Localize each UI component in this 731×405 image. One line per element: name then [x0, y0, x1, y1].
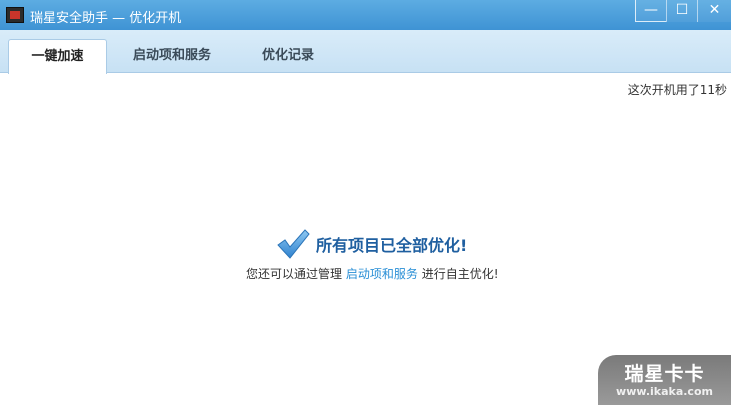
hint-prefix: 您还可以通过管理 — [246, 267, 343, 281]
minimize-button[interactable]: — — [635, 0, 666, 22]
window-title: 瑞星安全助手 — 优化开机 — [30, 11, 182, 26]
checkmark-icon — [277, 229, 310, 259]
tab-startup-items-services[interactable]: 启动项和服务 — [120, 39, 224, 72]
optimization-complete-headline: 所有项目已全部优化! — [316, 236, 468, 255]
title-bar: 瑞星安全助手 — 优化开机 — ☐ ✕ — [0, 0, 731, 30]
tab-bar: 一键加速 启动项和服务 优化记录 — [0, 30, 731, 74]
tab-optimization-history[interactable]: 优化记录 — [248, 39, 328, 72]
boot-time-text: 这次开机用了11秒 — [627, 83, 727, 97]
window-controls: — ☐ ✕ — [635, 0, 731, 22]
maximize-button[interactable]: ☐ — [666, 0, 697, 22]
close-button[interactable]: ✕ — [697, 0, 731, 22]
ikaka-watermark: 瑞星卡卡 www.ikaka.com — [598, 355, 731, 405]
watermark-brand: 瑞星卡卡 — [624, 363, 705, 385]
app-logo-icon — [6, 7, 24, 23]
tab-one-click-speedup[interactable]: 一键加速 — [8, 39, 107, 74]
watermark-url: www.ikaka.com — [616, 385, 713, 398]
hint-suffix: 进行自主优化! — [421, 267, 499, 281]
startup-services-link[interactable]: 启动项和服务 — [346, 267, 418, 281]
optimization-hint: 您还可以通过管理 启动项和服务 进行自主优化! — [246, 265, 499, 282]
